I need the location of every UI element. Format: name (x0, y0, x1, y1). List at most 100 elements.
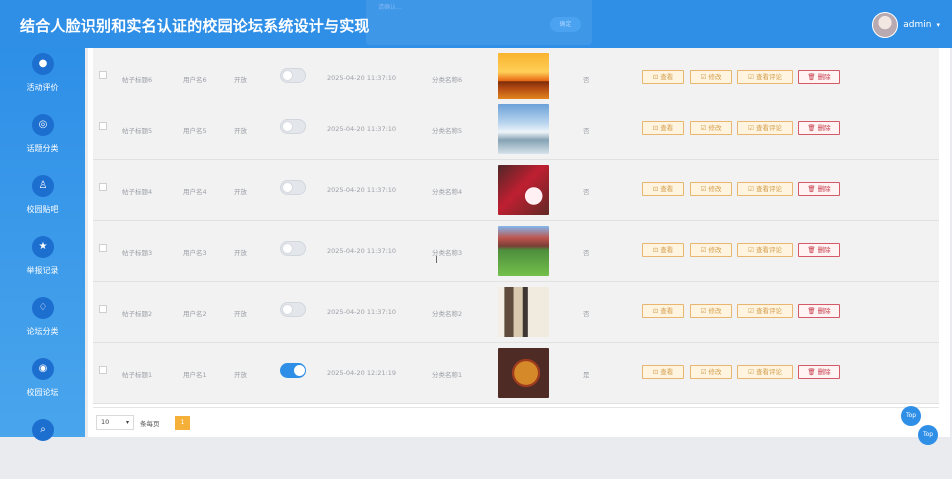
sidebar-item-7[interactable]: ⌕ (0, 419, 85, 479)
row-checkbox[interactable] (99, 366, 107, 374)
status-cell: 开放 (234, 127, 247, 135)
delete-button[interactable]: 🗑 删除 (798, 70, 840, 84)
flag-cell: 否 (583, 310, 590, 318)
edit-button[interactable]: ☑ 修改 (690, 121, 732, 135)
sidebar-item-5[interactable]: ♢ 论坛分类 (0, 297, 85, 357)
toggle-switch[interactable] (280, 302, 306, 317)
pagination-bar: 10 ▾ 条每页 1 (93, 407, 939, 437)
user-cell: 用户名1 (183, 371, 207, 379)
row-checkbox[interactable] (99, 122, 107, 130)
sidebar-item-label: 论坛分类 (26, 327, 59, 336)
toggle-switch[interactable] (280, 241, 306, 256)
view-button[interactable]: ⊡ 查看 (642, 182, 684, 196)
view-comments-button[interactable]: ☑ 查看评论 (737, 121, 793, 135)
page-number-current[interactable]: 1 (175, 416, 190, 430)
thumbnail-image (498, 165, 549, 215)
category-cell: 分类名称2 (432, 310, 463, 318)
sidebar-item-label: 活动评价 (26, 83, 59, 92)
username-label[interactable]: admin (903, 20, 931, 30)
chevron-down-icon: ▾ (125, 419, 129, 426)
user-cell: 用户名5 (183, 127, 207, 135)
status-cell: 开放 (234, 310, 247, 318)
delete-button[interactable]: 🗑 删除 (798, 121, 840, 135)
view-button[interactable]: ⊡ 查看 (642, 365, 684, 379)
page-size-value: 10 (101, 418, 110, 426)
back-to-top-button[interactable]: Top (918, 425, 938, 445)
thumbnail-image (498, 287, 549, 337)
post-title-cell: 帖子标题3 (122, 249, 153, 257)
category-cell: 分类名称5 (432, 127, 463, 135)
toggle-switch[interactable] (280, 180, 306, 195)
view-comments-button[interactable]: ☑ 查看评论 (737, 243, 793, 257)
delete-button[interactable]: 🗑 删除 (798, 182, 840, 196)
thumbnail-image (498, 348, 549, 398)
edit-button[interactable]: ☑ 修改 (690, 304, 732, 318)
user-menu[interactable]: admin ▾ (872, 12, 940, 38)
overlay-dialog: 请确认… 确定 (366, 0, 592, 45)
overlay-text: 请确认… (378, 4, 403, 11)
toggle-knob (282, 121, 293, 132)
toggle-switch[interactable] (280, 68, 306, 83)
row-checkbox[interactable] (99, 71, 107, 79)
table-row: 帖子标题3 用户名3 开放 2025-04-20 11:37:10 分类名称3 否 ⊡ 查看… (93, 221, 939, 282)
toggle-knob (294, 365, 305, 376)
delete-button[interactable]: 🗑 删除 (798, 365, 840, 379)
status-cell: 开放 (234, 371, 247, 379)
post-title-cell: 帖子标题2 (122, 310, 153, 318)
main-content: 帖子标题6 用户名6 开放 2025-04-20 11:37:10 分类名称6 否 ⊡ 查看… (88, 48, 950, 437)
user-cell: 用户名2 (183, 310, 207, 318)
sidebar-item-4[interactable]: ★ 举报记录 (0, 236, 85, 296)
sidebar-item-1[interactable]: ● 活动评价 (0, 53, 85, 113)
table-row: 帖子标题5 用户名5 开放 2025-04-20 11:37:10 分类名称5 否 ⊡ 查看… (93, 99, 939, 160)
chat-icon[interactable]: ● (32, 53, 54, 75)
view-button[interactable]: ⊡ 查看 (642, 243, 684, 257)
view-comments-button[interactable]: ☑ 查看评论 (737, 365, 793, 379)
chevron-down-icon[interactable]: ▾ (936, 21, 940, 29)
delete-button[interactable]: 🗑 删除 (798, 243, 840, 257)
category-cell: 分类名称4 (432, 188, 463, 196)
sidebar-item-2[interactable]: ◎ 话题分类 (0, 114, 85, 174)
time-cell: 2025-04-20 11:37:10 (327, 308, 397, 316)
delete-button[interactable]: 🗑 删除 (798, 304, 840, 318)
avatar[interactable] (872, 12, 899, 38)
view-comments-button[interactable]: ☑ 查看评论 (737, 304, 793, 318)
toggle-switch[interactable] (280, 119, 306, 134)
flag-cell: 是 (583, 371, 590, 379)
circle-icon[interactable]: ◎ (32, 114, 54, 136)
time-cell: 2025-04-20 12:21:19 (327, 369, 397, 377)
edit-button[interactable]: ☑ 修改 (690, 70, 732, 84)
edit-button[interactable]: ☑ 修改 (690, 365, 732, 379)
flag-cell: 否 (583, 127, 590, 135)
view-comments-button[interactable]: ☑ 查看评论 (737, 182, 793, 196)
row-checkbox[interactable] (99, 305, 107, 313)
sidebar-item-6[interactable]: ◉ 校园论坛 (0, 358, 85, 418)
user-cell: 用户名3 (183, 249, 207, 257)
flag-cell: 否 (583, 76, 590, 84)
user-icon[interactable]: ♙ (32, 175, 54, 197)
view-comments-button[interactable]: ☑ 查看评论 (737, 70, 793, 84)
view-button[interactable]: ⊡ 查看 (642, 70, 684, 84)
status-cell: 开放 (234, 249, 247, 257)
table-row: 帖子标题2 用户名2 开放 2025-04-20 11:37:10 分类名称2 否 ⊡ 查看… (93, 282, 939, 343)
view-button[interactable]: ⊡ 查看 (642, 304, 684, 318)
post-title-cell: 帖子标题5 (122, 127, 153, 135)
edit-button[interactable]: ☑ 修改 (690, 243, 732, 257)
back-to-top-button[interactable]: Top (901, 406, 921, 426)
row-checkbox[interactable] (99, 183, 107, 191)
toggle-switch[interactable] (280, 363, 306, 378)
row-checkbox[interactable] (99, 244, 107, 252)
search-icon[interactable]: ⌕ (32, 419, 54, 441)
status-cell: 开放 (234, 188, 247, 196)
edit-button[interactable]: ☑ 修改 (690, 182, 732, 196)
page-size-select[interactable]: 10 ▾ (96, 415, 134, 430)
toggle-knob (282, 182, 293, 193)
confirm-button[interactable]: 确定 (550, 17, 581, 32)
thumb-icon[interactable]: ♢ (32, 297, 54, 319)
sidebar-item-label: 校园贴吧 (26, 205, 59, 214)
view-button[interactable]: ⊡ 查看 (642, 121, 684, 135)
eye-icon[interactable]: ◉ (32, 358, 54, 380)
text-cursor-icon (436, 256, 437, 263)
sidebar-item-label: 举报记录 (26, 266, 59, 275)
sidebar-item-3[interactable]: ♙ 校园贴吧 (0, 175, 85, 235)
star-icon[interactable]: ★ (32, 236, 54, 258)
